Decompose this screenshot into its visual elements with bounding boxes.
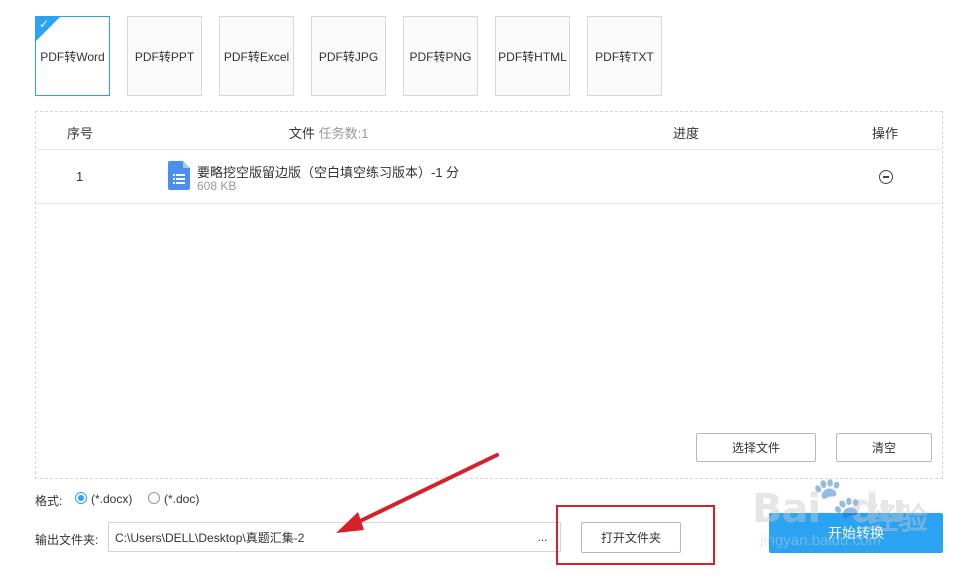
- check-icon: ✓: [39, 17, 50, 31]
- paw-icon: 🐾: [812, 476, 862, 520]
- tab-pdf-to-jpg[interactable]: PDF转JPG: [311, 16, 386, 96]
- header-file: 文件 任务数:1: [289, 123, 368, 142]
- radio-doc[interactable]: [148, 492, 160, 504]
- radio-doc-label: (*.doc): [164, 492, 200, 506]
- file-size: 608 KB: [197, 179, 237, 193]
- watermark: Bai du 🐾 经验 jingyan.baidu.com: [752, 470, 952, 560]
- tab-pdf-to-ppt[interactable]: PDF转PPT: [127, 16, 202, 96]
- header-action: 操作: [872, 126, 899, 141]
- tab-pdf-to-word[interactable]: ✓ PDF转Word: [35, 16, 110, 96]
- tab-pdf-to-excel[interactable]: PDF转Excel: [219, 16, 294, 96]
- tab-label: PDF转TXT: [595, 49, 654, 64]
- output-folder-label: 输出文件夹:: [35, 533, 99, 547]
- select-file-button[interactable]: 选择文件: [696, 433, 816, 462]
- radio-docx-label: (*.docx): [91, 492, 133, 506]
- remove-circle-icon[interactable]: [879, 170, 893, 184]
- tab-label: PDF转Excel: [223, 49, 290, 64]
- tab-pdf-to-html[interactable]: PDF转HTML: [495, 16, 570, 96]
- clear-button[interactable]: 清空: [836, 433, 932, 462]
- watermark-url: jingyan.baidu.com: [760, 532, 881, 549]
- annotation-highlight-box: [556, 505, 715, 565]
- format-label: 格式:: [35, 494, 63, 508]
- tab-label: PDF转Word: [40, 49, 105, 64]
- file-list-panel: 序号 文件 任务数:1 进度 操作 1 要略挖空版留边版（空白填空练习版本）-1…: [35, 111, 943, 479]
- tab-label: PDF转PPT: [134, 49, 195, 64]
- table-header: 序号 文件 任务数:1 进度 操作: [36, 112, 942, 150]
- header-file-label: 文件: [289, 126, 316, 141]
- tab-pdf-to-png[interactable]: PDF转PNG: [403, 16, 478, 96]
- tab-label: PDF转HTML: [498, 49, 567, 64]
- row-seq: 1: [76, 169, 84, 184]
- header-seq: 序号: [67, 126, 94, 141]
- task-count: 任务数:1: [318, 126, 369, 141]
- output-path-input[interactable]: [108, 522, 526, 552]
- radio-docx[interactable]: [75, 492, 87, 504]
- document-icon: [168, 161, 190, 190]
- tab-pdf-to-txt[interactable]: PDF转TXT: [587, 16, 662, 96]
- tab-label: PDF转JPG: [318, 49, 379, 64]
- tab-label: PDF转PNG: [409, 49, 472, 64]
- header-progress: 进度: [673, 126, 700, 141]
- table-row[interactable]: 1 要略挖空版留边版（空白填空练习版本）-1 分 608 KB: [36, 150, 942, 204]
